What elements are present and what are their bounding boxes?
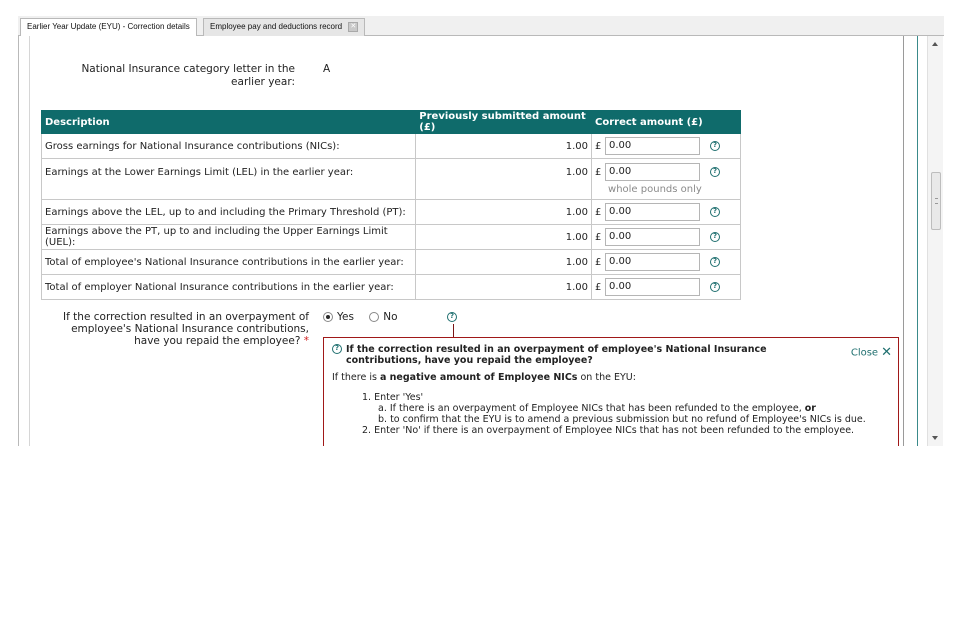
table-row: Gross earnings for National Insurance co… <box>40 133 741 159</box>
radio-no[interactable] <box>369 312 380 322</box>
tab-label: Earlier Year Update (EYU) - Correction d… <box>27 22 190 31</box>
help-title-text: If the correction resulted in an overpay… <box>346 344 767 366</box>
header-previous-amount: Previously submitted amount (£) <box>415 110 593 134</box>
row-previous-amount: 1.00 <box>415 199 593 225</box>
help-icon[interactable]: ? <box>710 167 721 177</box>
table-header-row: Description Previously submitted amount … <box>40 110 741 134</box>
table-row: Earnings above the PT, up to and includi… <box>40 224 741 250</box>
currency-symbol: £ <box>595 282 602 293</box>
app-window: Earlier Year Update (EYU) - Correction d… <box>18 16 944 446</box>
divider <box>917 36 918 446</box>
tab-employee-pay-record[interactable]: Employee pay and deductions record ✕ <box>203 18 366 36</box>
help-item-1a-bold: or <box>804 403 816 414</box>
help-intro-bold: a negative amount of Employee NICs <box>379 372 578 383</box>
row-previous-amount: 1.00 <box>415 158 593 200</box>
help-item-1: 1. Enter 'Yes' <box>362 392 424 403</box>
help-icon[interactable]: ? <box>710 207 721 217</box>
scroll-up-icon[interactable] <box>932 42 938 46</box>
ni-category-value: A <box>323 63 331 75</box>
divider <box>903 36 904 446</box>
radio-yes-label[interactable]: Yes <box>337 311 354 323</box>
row-description: Total of employer National Insurance con… <box>40 274 417 300</box>
help-icon: ? <box>332 344 342 354</box>
help-icon[interactable]: ? <box>710 282 721 292</box>
header-description: Description <box>40 110 417 134</box>
row-description: Earnings above the PT, up to and includi… <box>40 224 417 250</box>
help-title: ? If the correction resulted in an overp… <box>332 344 890 366</box>
tab-label: Employee pay and deductions record <box>210 22 343 31</box>
vertical-scrollbar[interactable] <box>927 36 943 446</box>
help-connector <box>453 324 454 338</box>
grip-icon <box>935 198 938 204</box>
table-row: Earnings above the LEL, up to and includ… <box>40 199 741 225</box>
content-panel: National Insurance category letter in th… <box>18 36 944 446</box>
help-intro-text: on the EYU: <box>577 372 636 383</box>
correct-amount-input[interactable]: 0.00 <box>605 137 701 155</box>
row-description: Earnings at the Lower Earnings Limit (LE… <box>40 158 417 200</box>
row-correct-cell: £0.00? <box>591 224 741 250</box>
row-description: Earnings above the LEL, up to and includ… <box>40 199 417 225</box>
currency-symbol: £ <box>595 257 602 268</box>
whole-pounds-hint: whole pounds only <box>608 184 702 195</box>
header-correct-amount: Correct amount (£) <box>591 110 741 134</box>
scroll-down-icon[interactable] <box>932 436 938 440</box>
currency-symbol: £ <box>595 141 602 152</box>
help-icon[interactable]: ? <box>710 141 721 151</box>
overpayment-question-label: If the correction resulted in an overpay… <box>63 311 309 347</box>
row-previous-amount: 1.00 <box>415 249 593 275</box>
divider <box>29 36 30 446</box>
currency-symbol: £ <box>595 207 602 218</box>
close-label: Close <box>850 347 879 359</box>
overpayment-radio-group: Yes No <box>323 311 410 323</box>
help-intro-text: If there is <box>332 372 380 383</box>
row-previous-amount: 1.00 <box>415 274 593 300</box>
scroll-thumb[interactable] <box>931 172 941 230</box>
help-item-1b: b. to confirm that the EYU is to amend a… <box>378 414 866 425</box>
close-button[interactable]: Close ✕ <box>851 345 892 360</box>
help-icon[interactable]: ? <box>710 232 721 242</box>
row-previous-amount: 1.00 <box>415 133 593 159</box>
help-intro: If there is a negative amount of Employe… <box>332 372 890 384</box>
correct-amount-input[interactable]: 0.00 <box>605 253 701 271</box>
correct-amount-input[interactable]: 0.00 <box>605 163 701 181</box>
correct-amount-input[interactable]: 0.00 <box>605 228 701 246</box>
tab-eyu-correction-details[interactable]: Earlier Year Update (EYU) - Correction d… <box>20 18 197 37</box>
currency-symbol: £ <box>595 232 602 243</box>
help-item-1a: a. If there is an overpayment of Employe… <box>362 403 890 414</box>
row-correct-cell: £0.00? <box>591 274 741 300</box>
required-marker: * <box>303 335 309 347</box>
table-row: Total of employee's National Insurance c… <box>40 249 741 275</box>
help-icon[interactable]: ? <box>447 312 457 322</box>
overpayment-question: If the correction resulted in an overpay… <box>49 311 309 347</box>
help-list: 1. Enter 'Yes' a. If there is an overpay… <box>332 392 890 436</box>
row-previous-amount: 1.00 <box>415 224 593 250</box>
ni-amounts-table: Description Previously submitted amount … <box>40 110 741 300</box>
close-icon[interactable]: ✕ <box>881 345 892 360</box>
table-row: Total of employer National Insurance con… <box>40 274 741 300</box>
tab-close-icon[interactable]: ✕ <box>348 21 359 32</box>
correct-amount-input[interactable]: 0.00 <box>605 278 701 296</box>
help-icon[interactable]: ? <box>710 257 721 267</box>
help-item-2: 2. Enter 'No' if there is an overpayment… <box>362 425 855 436</box>
table-row: Earnings at the Lower Earnings Limit (LE… <box>40 158 741 200</box>
ni-category-label: National Insurance category letter in th… <box>81 63 295 88</box>
tab-bar: Earlier Year Update (EYU) - Correction d… <box>18 16 944 37</box>
row-correct-cell: £0.00? whole pounds only <box>591 158 741 200</box>
row-correct-cell: £0.00? <box>591 133 741 159</box>
help-item-1a-text: a. If there is an overpayment of Employe… <box>378 403 805 414</box>
row-description: Gross earnings for National Insurance co… <box>40 133 417 159</box>
correct-amount-input[interactable]: 0.00 <box>605 203 701 221</box>
help-panel: ? If the correction resulted in an overp… <box>323 337 899 446</box>
row-description: Total of employee's National Insurance c… <box>40 249 417 275</box>
radio-yes[interactable] <box>323 312 333 322</box>
radio-no-label[interactable]: No <box>383 311 397 323</box>
row-correct-cell: £0.00? <box>591 199 741 225</box>
currency-symbol: £ <box>595 167 602 178</box>
row-correct-cell: £0.00? <box>591 249 741 275</box>
